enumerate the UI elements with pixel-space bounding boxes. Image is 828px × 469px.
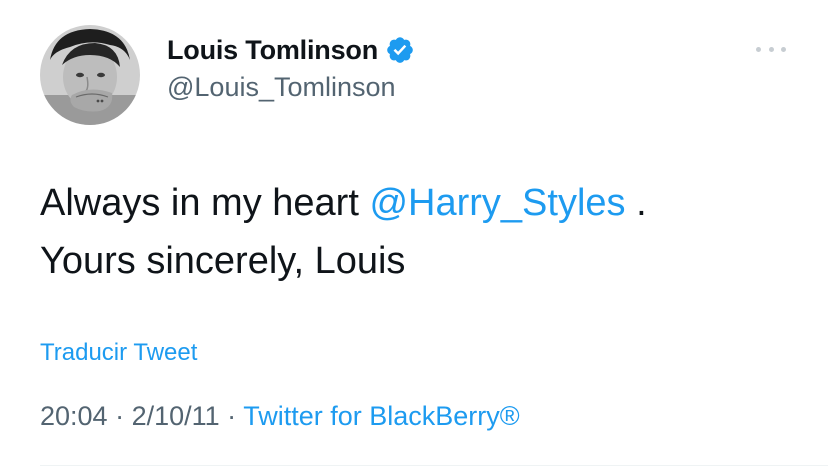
meta-separator: · <box>107 401 132 431</box>
author-handle[interactable]: @Louis_Tomlinson <box>167 72 415 103</box>
divider <box>40 465 828 466</box>
tweet-text-suffix: . <box>625 182 647 224</box>
tweet-metadata: 20:04 · 2/10/11 · Twitter for BlackBerry… <box>40 401 520 432</box>
tweet-date[interactable]: 2/10/11 <box>132 401 220 431</box>
avatar-photo-icon <box>40 25 140 125</box>
ellipsis-dot-icon <box>756 46 761 52</box>
more-options-button[interactable] <box>756 42 786 56</box>
author-avatar[interactable] <box>40 25 140 125</box>
ellipsis-dot-icon <box>781 46 786 52</box>
tweet-text-line-2: Yours sincerely, Louis <box>40 240 406 282</box>
tweet-source-link[interactable]: Twitter for BlackBerry® <box>243 401 519 431</box>
tweet-text: Always in my heart @Harry_Styles . Yours… <box>40 174 647 290</box>
verified-badge-icon <box>385 35 415 65</box>
mention-link[interactable]: @Harry_Styles <box>369 182 625 224</box>
tweet-text-prefix: Always in my heart <box>40 182 370 224</box>
tweet-card: Louis Tomlinson @Louis_Tomlinson Always … <box>0 0 828 469</box>
author-name-row: Louis Tomlinson <box>167 32 415 68</box>
meta-separator: · <box>219 401 244 431</box>
ellipsis-dot-icon <box>768 46 774 52</box>
translate-tweet-link[interactable]: Traducir Tweet <box>40 339 197 367</box>
author-display-name[interactable]: Louis Tomlinson <box>167 35 378 66</box>
author-block: Louis Tomlinson @Louis_Tomlinson <box>167 32 415 103</box>
tweet-text-line-1: Always in my heart @Harry_Styles . <box>40 174 647 232</box>
tweet-time[interactable]: 20:04 <box>40 401 108 431</box>
